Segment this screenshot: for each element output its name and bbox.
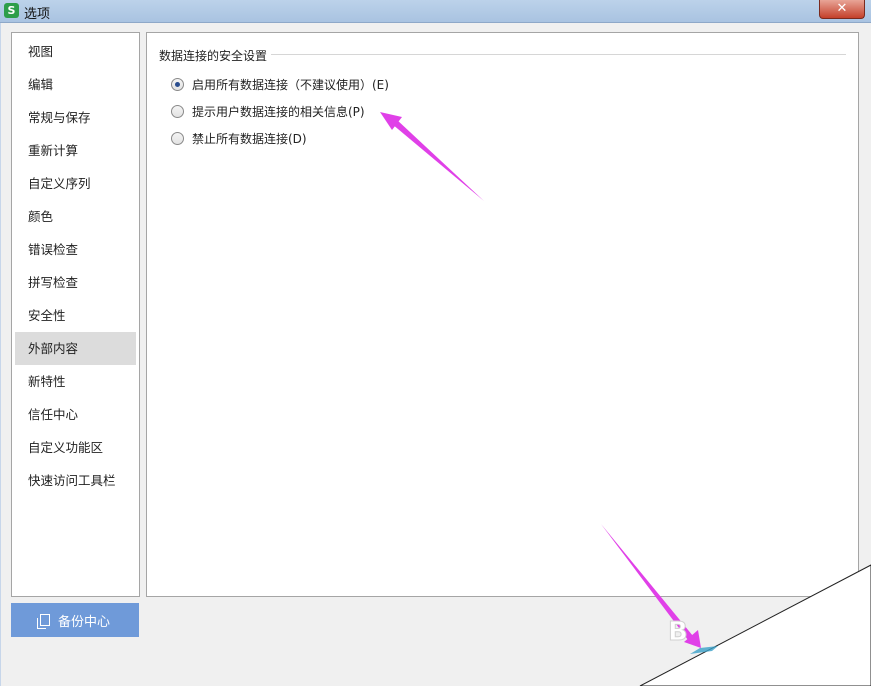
page-curl-overlay: B — [639, 564, 871, 686]
svg-text:B: B — [668, 617, 688, 647]
